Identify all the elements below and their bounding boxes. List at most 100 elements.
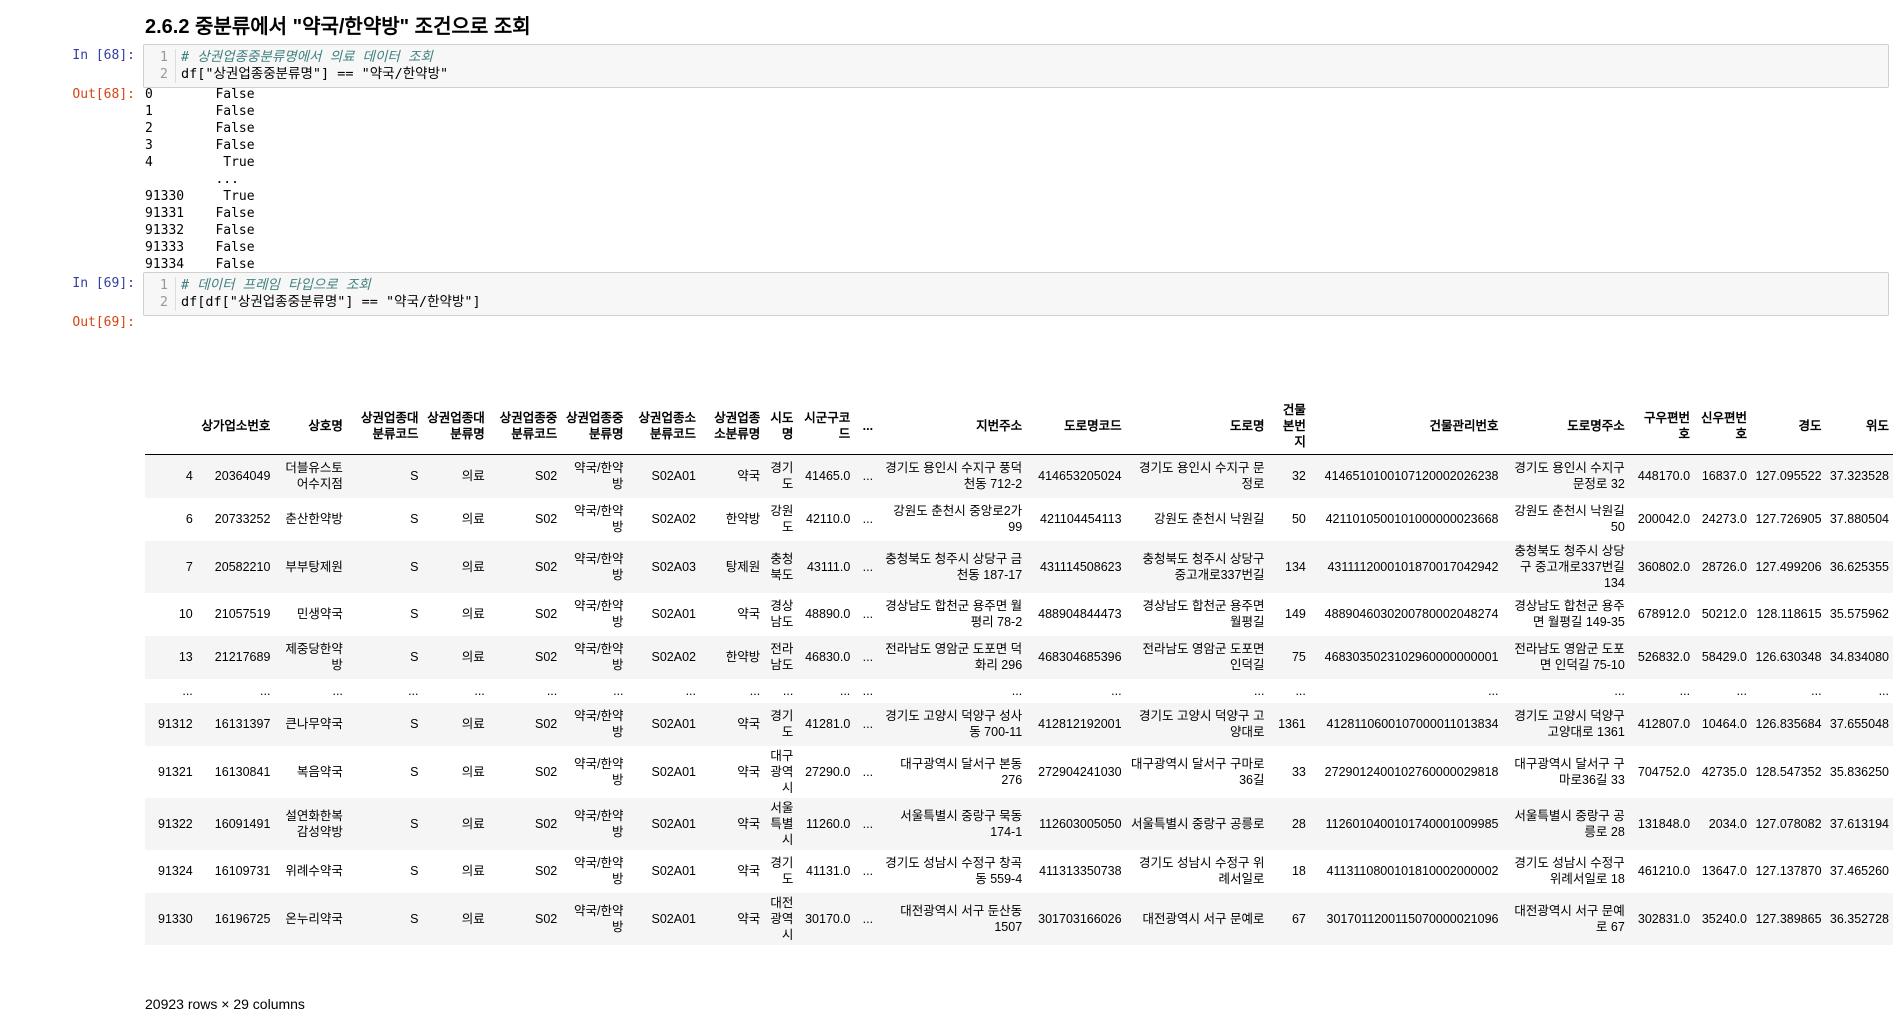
table-cell: 37.323528 <box>1829 469 1889 484</box>
row-index: 10 <box>178 607 193 621</box>
table-cell: S02A02 <box>651 512 696 526</box>
table-cell: 한약방 <box>725 650 761 664</box>
table-cell: 약국 <box>737 607 761 621</box>
table-cell: 경기도 <box>770 709 794 739</box>
table-cell: 경기도 <box>770 461 794 492</box>
table-cell: 충청북도 청주시 상당구 금천동 187-17 <box>885 551 1023 582</box>
in-prompt-69: In [69]: <box>72 276 135 291</box>
table-cell: 16837.0 <box>1701 469 1747 484</box>
dataframe-shape: 20923 rows × 29 columns <box>145 996 305 1012</box>
table-cell: 약국 <box>737 764 761 779</box>
table-cell: 춘산한약방 <box>285 512 343 526</box>
table-cell: 16196725 <box>214 911 271 926</box>
table-cell: 경기도 성남시 수정구 위례서일로 18 <box>1514 856 1625 886</box>
table-cell: 약국/한약방 <box>574 756 624 787</box>
table-cell: 전라남도 <box>770 642 794 672</box>
table-cell: 32 <box>1291 469 1306 484</box>
table-cell: 부부탕제원 <box>285 559 343 574</box>
table-cell: 43111.0 <box>806 559 851 574</box>
table-cell: 약국/한약방 <box>574 856 624 886</box>
table-cell: 127.389865 <box>1755 911 1822 926</box>
out-prompt-68: Out[68]: <box>72 87 135 102</box>
table-cell: 10464.0 <box>1701 717 1747 731</box>
table-cell: 20364049 <box>214 469 271 484</box>
table-cell: 127.078082 <box>1755 816 1822 831</box>
table-cell: 412812192001 <box>1038 717 1122 731</box>
out-prompt-69: Out[69]: <box>72 315 135 330</box>
table-cell: ... <box>1011 683 1023 698</box>
table-cell: 16109731 <box>214 864 271 878</box>
table-cell: 488904844473 <box>1038 607 1122 621</box>
dataframe-output: 상가업소번호 상호명 상권업종대분류코드 상권업종대분류명 상권업종중분류코드 상권업종중… <box>145 400 1893 945</box>
column-header: 시도명 <box>764 400 798 455</box>
column-header: 상호명 <box>274 400 347 455</box>
table-cell: 704752.0 <box>1637 764 1691 779</box>
table-cell: 대전광역시 서구 둔산동 1507 <box>900 903 1023 934</box>
table-row: 7 20582210 부부탕제원 S 의료 S02 약국/한약방 S02A03 탕제원 충청북도 4… <box>145 540 1893 593</box>
table-cell: 37.613194 <box>1829 816 1889 831</box>
series-line: 2 False <box>145 121 255 136</box>
table-cell: ... <box>685 683 696 698</box>
table-cell: 75 <box>1291 650 1306 664</box>
table-cell: 의료 <box>461 650 485 664</box>
table-cell: S <box>410 469 419 484</box>
table-cell: ... <box>782 683 794 698</box>
table-cell: 421104454113 <box>1040 512 1122 526</box>
column-header: 상가업소번호 <box>196 400 275 455</box>
table-cell: 서울특별시 중랑구 묵동 174-1 <box>900 808 1023 839</box>
table-cell: 24273.0 <box>1701 512 1747 526</box>
table-cell: S02A01 <box>651 816 696 831</box>
column-header: 신우편번호 <box>1694 400 1751 455</box>
table-cell: 2729012400102760000029818 <box>1324 764 1499 779</box>
notebook-page: 2.6.2 중분류에서 "약국/한약방" 조건으로 조회 In [68]: 1 #… <box>0 0 1899 1016</box>
table-row: 91312 16131397 큰나무약국 S 의료 S02 약국/한약방 S02A01 약국 경기… <box>145 702 1893 746</box>
table-cell: 경기도 고양시 덕양구 성사동 700-11 <box>885 709 1023 739</box>
table-cell: 경기도 고양시 덕양구 고양대로 <box>1139 709 1265 739</box>
table-cell: ... <box>1878 683 1889 698</box>
series-line: 91330 True <box>145 189 255 204</box>
table-cell: 강원도 춘천시 중앙로2가 99 <box>893 504 1023 534</box>
table-cell: 경기도 <box>770 856 794 886</box>
table-cell: 16131397 <box>214 717 271 731</box>
table-cell: S <box>410 607 419 621</box>
table-cell: 의료 <box>461 512 485 526</box>
table-cell: 약국/한약방 <box>574 903 624 934</box>
table-cell: ... <box>613 683 624 698</box>
column-header: 상권업종중분류명 <box>561 400 628 455</box>
series-output: 0 False 1 False 2 False 3 False 4 True ... 91… <box>145 86 507 290</box>
table-cell: 전라남도 영암군 도포면 인덕길 75-10 <box>1514 642 1625 672</box>
row-index: 91330 <box>158 911 193 926</box>
code-cell-68[interactable]: 1 # 상권업종중분류명에서 의료 데이터 조회 2 df["상권업종중분류명"] … <box>143 44 1889 88</box>
table-cell: S02 <box>535 559 558 574</box>
table-cell: 128.547352 <box>1755 764 1822 779</box>
table-row: 91322 16091491 설연화한복감성약방 S 의료 S02 약국/한약방 S02A01… <box>145 797 1893 850</box>
table-cell: 대전광역시 서구 문예로 67 <box>1514 903 1625 934</box>
table-cell: 112603005050 <box>1039 816 1122 831</box>
table-cell: 200042.0 <box>1637 512 1691 526</box>
table-cell: 큰나무약국 <box>285 717 343 731</box>
dataframe-table: 상가업소번호 상호명 상권업종대분류코드 상권업종대분류명 상권업종중분류코드 상권업종중… <box>145 400 1893 945</box>
table-cell: ... <box>332 683 343 698</box>
table-cell: 충청북도 <box>770 551 794 582</box>
row-index: 91322 <box>158 816 193 831</box>
table-cell: 경상남도 합천군 용주면 월평길 149-35 <box>1514 599 1625 629</box>
table-cell: 의료 <box>461 717 485 731</box>
code-cell-69[interactable]: 1 # 데이터 프레임 타입으로 조회 2 df[df["상권업종중분류명"] ==… <box>143 272 1889 316</box>
table-cell: 강원도 춘천시 낙원길 50 <box>1514 504 1625 534</box>
table-cell: 41281.0 <box>805 717 851 731</box>
table-cell: 128.118615 <box>1756 607 1822 621</box>
table-cell: S02 <box>535 911 558 926</box>
table-row: 4 20364049 더블유스토어수지점 S 의료 S02 약국/한약방 S02A01 약국 경기… <box>145 454 1893 498</box>
table-cell: S02A03 <box>651 559 696 574</box>
series-line: 3 False <box>145 138 255 153</box>
table-cell: 1361 <box>1278 717 1306 731</box>
table-cell: 약국/한약방 <box>574 504 624 534</box>
row-index: 4 <box>185 469 193 484</box>
series-line: 1 False <box>145 104 255 119</box>
table-cell: 민생약국 <box>296 607 343 621</box>
table-cell: 경기도 용인시 수지구 문정로 <box>1139 461 1265 492</box>
table-cell: 678912.0 <box>1637 607 1691 621</box>
table-cell: 약국/한약방 <box>574 461 624 492</box>
table-cell: S02 <box>535 512 558 526</box>
column-header: 상권업종소분류코드 <box>627 400 700 455</box>
